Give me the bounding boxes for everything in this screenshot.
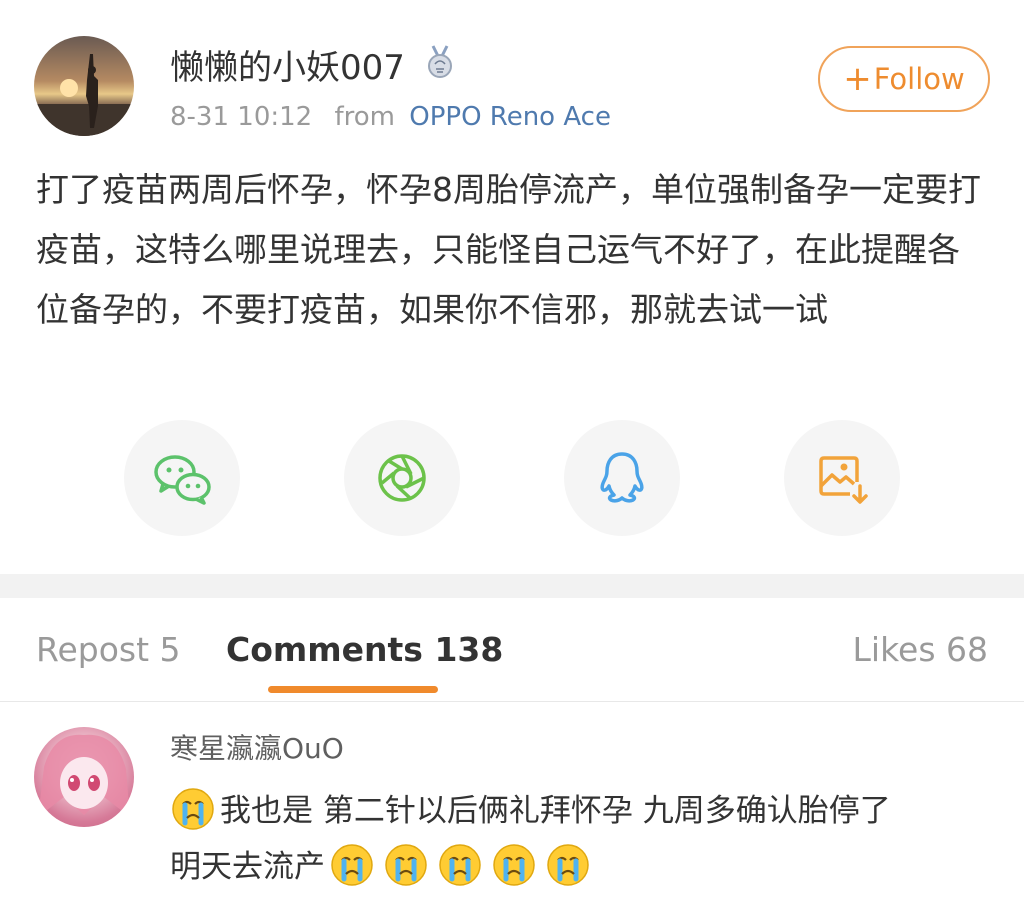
post-content: 打了疫苗两周后怀孕，怀孕8周胎停流产，单位强制备孕一定要打疫苗，这特么哪里说理去… <box>36 170 981 329</box>
share-moments-button[interactable] <box>344 420 460 536</box>
crying-face-emoji-icon <box>172 788 214 830</box>
user-avatar[interactable] <box>34 36 134 136</box>
username[interactable]: 懒懒的小妖007 <box>170 40 405 89</box>
comment-line-2: 明天去流产 <box>170 839 1000 895</box>
from-label: from <box>334 102 395 132</box>
follow-label: Follow <box>873 62 965 96</box>
commenter-avatar-image <box>38 734 130 817</box>
device-link[interactable]: OPPO Reno Ace <box>409 102 611 132</box>
crying-face-emoji-icon <box>547 844 589 886</box>
post-timestamp: 8-31 10:12 <box>170 102 313 132</box>
tab-repost[interactable]: Repost 5 <box>36 630 181 669</box>
comment-text: 我也是 第二针以后俩礼拜怀孕 九周多确认胎停了 明天去流产 <box>170 783 1000 895</box>
tab-likes[interactable]: Likes 68 <box>853 630 988 669</box>
post-meta: 8-31 10:12 from OPPO Reno Ace <box>170 102 611 132</box>
qq-icon <box>600 452 644 503</box>
comment-line-1: 我也是 第二针以后俩礼拜怀孕 九周多确认胎停了 <box>170 783 1000 839</box>
commenter-username[interactable]: 寒星瀛瀛OuO <box>170 727 344 767</box>
plus-icon: + <box>843 59 872 99</box>
share-qq-button[interactable] <box>564 420 680 536</box>
comment-item: 寒星瀛瀛OuO 我也是 第二针以后俩礼拜怀孕 九周多确认胎停了 明天去流产 <box>0 703 1024 904</box>
crying-face-emoji-icon <box>493 844 535 886</box>
post-card: 懒懒的小妖007 8-31 10:12 from OPPO Reno Ace +… <box>0 0 1024 574</box>
medal-icon <box>428 45 452 78</box>
crying-face-emoji-icon <box>439 844 481 886</box>
share-wechat-button[interactable] <box>124 420 240 536</box>
comment-line-1-text: 我也是 第二针以后俩礼拜怀孕 九周多确认胎停了 <box>220 793 891 829</box>
tab-comments[interactable]: Comments 138 <box>226 630 503 669</box>
moments-icon <box>378 454 426 502</box>
section-divider <box>0 574 1024 598</box>
comment-line-2-text: 明天去流产 <box>170 849 325 885</box>
follow-button[interactable]: + Follow <box>818 46 990 112</box>
avatar-image <box>34 54 134 136</box>
save-image-button[interactable] <box>784 420 900 536</box>
crying-face-emoji-icon <box>385 844 427 886</box>
interaction-tabs: Repost 5 Comments 138 Likes 68 <box>0 598 1024 702</box>
crying-face-emoji-icon <box>331 844 373 886</box>
wechat-icon <box>154 455 211 505</box>
commenter-avatar[interactable] <box>34 727 134 827</box>
active-tab-indicator <box>268 686 438 693</box>
save-image-icon <box>819 456 868 504</box>
